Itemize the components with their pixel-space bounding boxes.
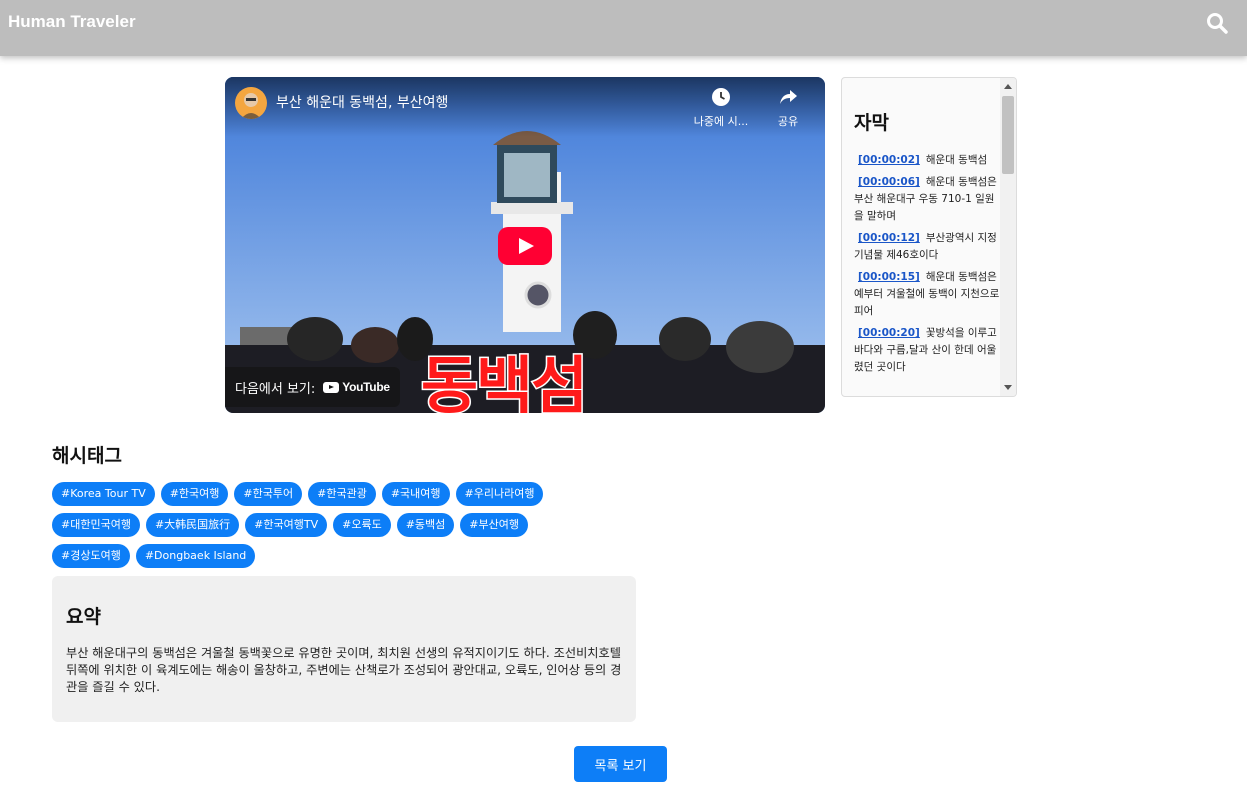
subtitle-item: [00:00:06] 해운대 동백섬은 부산 해운대구 우동 710-1 일원을 … (854, 174, 1002, 225)
search-icon[interactable] (1205, 11, 1229, 35)
clock-icon (712, 88, 730, 106)
subtitles-scrollbar[interactable] (1000, 78, 1016, 396)
subtitle-item: [00:00:02] 해운대 동백섬 (854, 152, 1002, 169)
hashtag-chip[interactable]: #한국여행TV (245, 513, 328, 537)
youtube-label: YouTube (342, 380, 390, 394)
scroll-thumb[interactable] (1002, 96, 1014, 174)
summary-section: 요약 부산 해운대구의 동백섬은 겨울철 동백꽃으로 유명한 곳이며, 최치원 … (52, 576, 636, 722)
hashtag-chip[interactable]: #동백섬 (396, 513, 455, 537)
watch-on-label: 다음에서 보기: (235, 381, 316, 397)
thumbnail-overlay-text: 동백섬 (419, 348, 589, 414)
youtube-logo: YouTube (323, 380, 390, 394)
hashtag-chip[interactable]: #Dongbaek Island (135, 544, 256, 568)
site-brand[interactable]: Human Traveler (8, 12, 136, 32)
hashtag-chip[interactable]: #우리나라여행 (455, 482, 544, 506)
hashtags-title: 해시태그 (52, 445, 122, 467)
summary-title: 요약 (66, 606, 101, 628)
hashtag-chip[interactable]: #大韩民国旅行 (145, 513, 240, 537)
subtitle-timestamp[interactable]: [00:00:12] (858, 232, 920, 244)
scroll-up-icon[interactable] (1004, 84, 1012, 89)
hashtag-chip[interactable]: #국내여행 (381, 482, 450, 506)
play-button[interactable] (498, 227, 552, 265)
hashtag-list: #Korea Tour TV #한국여행 #한국투어 #한국관광 #국내여행 #우리나라여… (52, 482, 572, 575)
hashtag-chip[interactable]: #부산여행 (460, 513, 528, 537)
play-icon (498, 227, 552, 265)
share-icon (780, 90, 797, 104)
video-title[interactable]: 부산 해운대 동백섬, 부산여행 (276, 92, 448, 112)
hashtag-chip[interactable]: #경상도여행 (52, 544, 130, 568)
summary-text: 부산 해운대구의 동백섬은 겨울철 동백꽃으로 유명한 곳이며, 최치원 선생의… (66, 646, 622, 694)
subtitle-item: [00:00:15] 해운대 동백섬은 예부터 겨울철에 동백이 지천으로 피어 (854, 269, 1002, 320)
subtitle-timestamp[interactable]: [00:00:06] (858, 176, 920, 188)
subtitle-timestamp[interactable]: [00:00:20] (858, 327, 920, 339)
subtitles-list: [00:00:02] 해운대 동백섬 [00:00:06] 해운대 동백섬은 부산 … (854, 152, 1002, 381)
subtitle-item: [00:00:12] 부산광역시 지정 기념물 제46호이다 (854, 230, 1002, 264)
youtube-icon (323, 381, 340, 393)
watch-on-youtube-link[interactable]: 다음에서 보기: YouTube (225, 367, 400, 407)
hashtag-chip[interactable]: #Korea Tour TV (52, 482, 155, 506)
subtitle-timestamp[interactable]: [00:00:02] (858, 154, 920, 166)
hashtag-chip[interactable]: #한국투어 (234, 482, 303, 506)
share-button[interactable]: 공유 (753, 87, 823, 129)
hashtag-chip[interactable]: #한국여행 (160, 482, 229, 506)
watch-later-label: 나중에 시... (693, 115, 749, 128)
hashtag-chip[interactable]: #오륙도 (333, 513, 391, 537)
watch-later-button[interactable]: 나중에 시... (686, 87, 756, 129)
channel-avatar[interactable] (235, 87, 267, 119)
subtitle-item: [00:00:20] 꽃방석을 이루고 바다와 구름,달과 산이 한데 어울렸던 … (854, 325, 1002, 376)
hashtag-chip[interactable]: #한국관광 (308, 482, 376, 506)
scroll-down-icon[interactable] (1004, 385, 1012, 390)
subtitles-title: 자막 (854, 112, 889, 134)
top-bar: Human Traveler (0, 0, 1247, 56)
video-player[interactable]: 부산 해운대 동백섬, 부산여행 나중에 시... 공유 동백섬 다음에서 보기… (225, 77, 825, 413)
subtitle-text: 해운대 동백섬 (925, 154, 988, 166)
subtitles-panel[interactable]: 자막 [00:00:02] 해운대 동백섬 [00:00:06] 해운대 동백섬은 … (841, 77, 1017, 397)
hashtag-chip[interactable]: #대한민국여행 (52, 513, 140, 537)
share-label: 공유 (777, 115, 799, 128)
subtitle-timestamp[interactable]: [00:00:15] (858, 271, 920, 283)
view-list-button[interactable]: 목록 보기 (574, 746, 667, 782)
